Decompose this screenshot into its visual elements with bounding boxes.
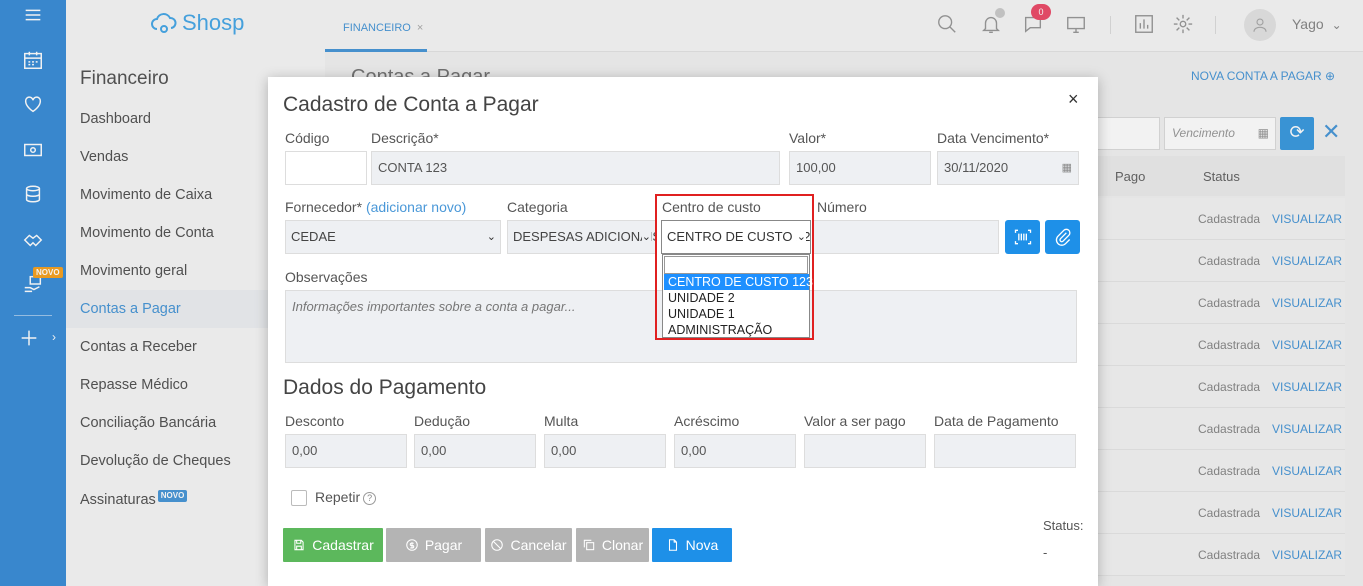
repetir-checkbox[interactable] <box>291 490 307 506</box>
repetir-label: Repetir? <box>315 489 377 505</box>
button-label: Pagar <box>424 537 463 553</box>
codigo-label: Código <box>285 130 330 146</box>
repetir-label-text: Repetir <box>315 489 361 505</box>
desconto-input[interactable]: 0,00 <box>285 434 407 468</box>
centro-custo-options: CENTRO DE CUSTO 123 UNIDADE 2 UNIDADE 1 … <box>662 254 813 338</box>
barcode-button[interactable] <box>1005 220 1040 254</box>
centro-value: CENTRO DE CUSTO 123 <box>667 229 811 244</box>
clonar-button[interactable]: Clonar <box>576 528 649 562</box>
clone-icon <box>583 539 595 551</box>
button-label: Cadastrar <box>312 537 374 553</box>
close-icon[interactable]: × <box>1068 89 1079 110</box>
acrescimo-label: Acréscimo <box>674 413 740 429</box>
numero-input[interactable] <box>812 220 999 254</box>
categoria-value: DESPESAS ADICIONAIS <box>513 229 656 244</box>
modal-title: Cadastro de Conta a Pagar <box>283 93 539 116</box>
acrescimo-input[interactable]: 0,00 <box>674 434 796 468</box>
dropdown-search-input[interactable] <box>664 256 808 274</box>
descricao-label: Descrição* <box>371 130 439 146</box>
add-fornecedor-link[interactable]: (adicionar novo) <box>366 199 466 215</box>
file-icon <box>668 539 677 551</box>
attach-button[interactable] <box>1045 220 1080 254</box>
status-label: Status: <box>1043 518 1084 533</box>
vencimento-value: 30/11/2020 <box>944 160 1009 175</box>
nova-button[interactable]: Nova <box>652 528 732 562</box>
cancelar-button[interactable]: Cancelar <box>485 528 572 562</box>
pagar-button[interactable]: Pagar <box>386 528 481 562</box>
barcode-icon <box>1014 229 1031 245</box>
valor-pago-label: Valor a ser pago <box>804 413 906 429</box>
data-pagamento-label: Data de Pagamento <box>934 413 1059 429</box>
dropdown-option[interactable]: UNIDADE 2 <box>664 290 809 306</box>
dropdown-option[interactable]: CENTRO DE CUSTO 123 <box>664 274 813 290</box>
vencimento-input[interactable]: 30/11/2020 ▦ <box>937 151 1079 185</box>
chevron-down-icon: ⌄ <box>796 221 806 253</box>
fornecedor-label-text: Fornecedor* <box>285 199 363 215</box>
button-label: Cancelar <box>510 537 567 553</box>
vencimento-label: Data Vencimento* <box>937 130 1050 146</box>
valor-pago-input[interactable] <box>804 434 926 468</box>
dollar-icon <box>406 539 418 551</box>
fornecedor-value: CEDAE <box>291 229 336 244</box>
categoria-label: Categoria <box>507 199 568 215</box>
deducao-label: Dedução <box>414 413 471 429</box>
centro-custo-select[interactable]: CENTRO DE CUSTO 123 ⌄ <box>661 220 811 254</box>
save-icon <box>294 539 304 551</box>
fornecedor-select[interactable]: CEDAE ⌄ <box>285 220 501 254</box>
chevron-down-icon: ⌄ <box>641 221 651 253</box>
chevron-down-icon: ⌄ <box>486 231 496 243</box>
dropdown-option[interactable]: UNIDADE 1 <box>664 306 809 322</box>
status-value: - <box>1043 545 1048 560</box>
data-pagamento-input[interactable] <box>934 434 1076 468</box>
button-label: Nova <box>685 537 719 553</box>
descricao-input[interactable]: CONTA 123 <box>371 151 780 185</box>
help-icon[interactable]: ? <box>363 492 377 505</box>
valor-input[interactable]: 100,00 <box>789 151 931 185</box>
multa-input[interactable]: 0,00 <box>544 434 666 468</box>
payment-section-title: Dados do Pagamento <box>283 376 487 399</box>
multa-label: Multa <box>544 413 579 429</box>
categoria-select[interactable]: DESPESAS ADICIONAIS ⌄ <box>507 220 656 254</box>
numero-label: Número <box>817 199 867 215</box>
cadastrar-button[interactable]: Cadastrar <box>283 528 383 562</box>
observacoes-label: Observações <box>285 269 368 285</box>
ban-icon <box>491 539 504 551</box>
button-label: Clonar <box>601 537 644 553</box>
valor-label: Valor* <box>789 130 827 146</box>
paperclip-icon <box>1055 228 1071 246</box>
codigo-input[interactable] <box>285 151 367 185</box>
dropdown-option[interactable]: ADMINISTRAÇÃO <box>664 322 809 338</box>
deducao-input[interactable]: 0,00 <box>414 434 536 468</box>
fornecedor-label: Fornecedor* (adicionar novo) <box>285 199 466 215</box>
calendar-icon[interactable]: ▦ <box>1062 152 1072 184</box>
desconto-label: Desconto <box>285 413 345 429</box>
